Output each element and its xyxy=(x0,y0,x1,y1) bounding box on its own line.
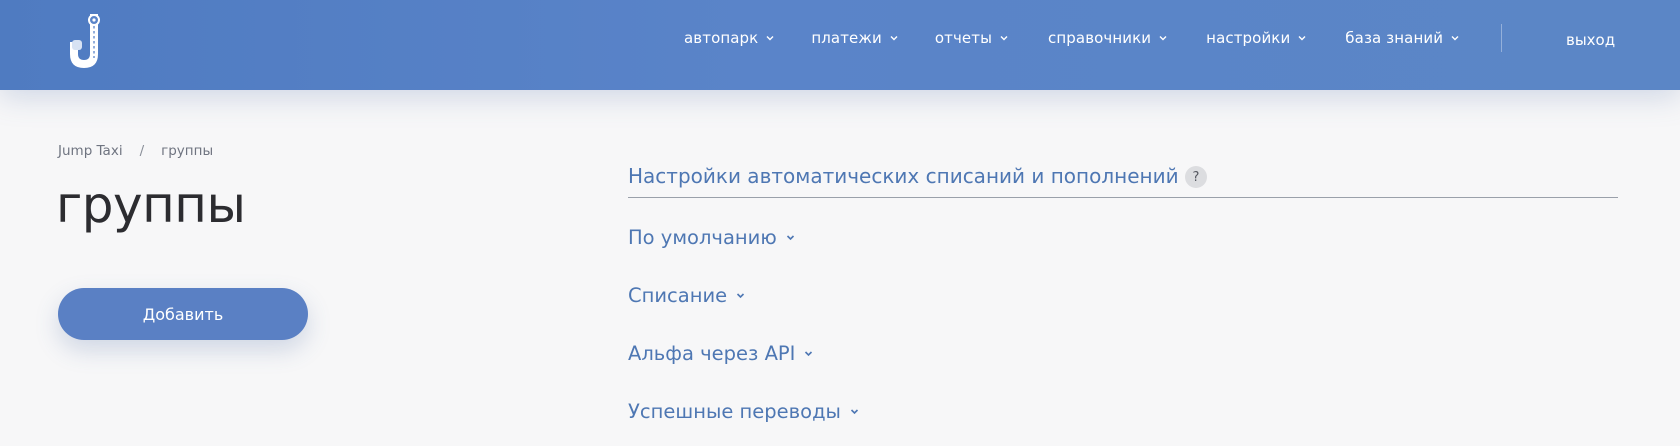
group-item-label: Списание xyxy=(628,284,728,307)
nav-item-label: автопарк xyxy=(684,29,759,47)
chevron-down-icon xyxy=(786,235,794,241)
group-item-label: Успешные переводы xyxy=(628,400,841,423)
main-nav: автопарк платежи отчеты справочники наст… xyxy=(684,0,1461,76)
nav-item-directories[interactable]: справочники xyxy=(1048,29,1169,47)
auto-charges-settings-toggle[interactable]: Настройки автоматических списаний и попо… xyxy=(628,164,1203,188)
nav-item-settings[interactable]: настройки xyxy=(1206,29,1308,47)
breadcrumb-root-link[interactable]: Jump Taxi xyxy=(58,143,123,159)
breadcrumb: Jump Taxi / группы xyxy=(58,143,213,159)
group-item-alfa-api[interactable]: Альфа через API xyxy=(628,342,815,365)
chevron-down-icon xyxy=(737,293,745,299)
breadcrumb-separator: / xyxy=(139,143,145,159)
group-item-successful-transfers[interactable]: Успешные переводы xyxy=(628,400,861,423)
chevron-down-icon xyxy=(805,351,813,357)
add-button[interactable]: Добавить xyxy=(58,288,308,340)
nav-item-label: платежи xyxy=(811,29,882,47)
nav-item-label: справочники xyxy=(1048,29,1152,47)
chevron-down-icon xyxy=(1451,36,1459,41)
settings-title-label: Настройки автоматических списаний и попо… xyxy=(628,164,1179,188)
nav-item-label: база знаний xyxy=(1345,29,1444,47)
chevron-down-icon xyxy=(1298,36,1306,41)
chevron-down-icon xyxy=(1159,36,1167,41)
nav-item-reports[interactable]: отчеты xyxy=(935,29,1010,47)
chevron-down-icon xyxy=(890,36,898,41)
chevron-down-icon xyxy=(1000,36,1008,41)
top-header: автопарк платежи отчеты справочники наст… xyxy=(0,0,1680,90)
breadcrumb-current: группы xyxy=(161,143,214,159)
nav-item-label: отчеты xyxy=(934,29,993,47)
nav-item-fleet[interactable]: автопарк xyxy=(684,29,776,47)
group-item-label: Альфа через API xyxy=(628,342,796,365)
settings-divider xyxy=(628,197,1618,198)
chevron-down-icon xyxy=(766,36,774,41)
group-item-default[interactable]: По умолчанию xyxy=(628,226,797,249)
logout-link[interactable]: выход xyxy=(1566,31,1615,49)
nav-item-knowledge-base[interactable]: база знаний xyxy=(1345,29,1461,47)
nav-item-payments[interactable]: платежи xyxy=(811,29,900,47)
page-title: группы xyxy=(56,176,246,234)
group-item-label: По умолчанию xyxy=(628,226,777,249)
jump-taxi-logo[interactable] xyxy=(64,10,108,70)
nav-divider xyxy=(1501,24,1502,52)
help-icon[interactable]: ? xyxy=(1185,166,1207,188)
nav-item-label: настройки xyxy=(1206,29,1291,47)
group-item-charge[interactable]: Списание xyxy=(628,284,747,307)
chevron-down-icon xyxy=(850,409,859,415)
